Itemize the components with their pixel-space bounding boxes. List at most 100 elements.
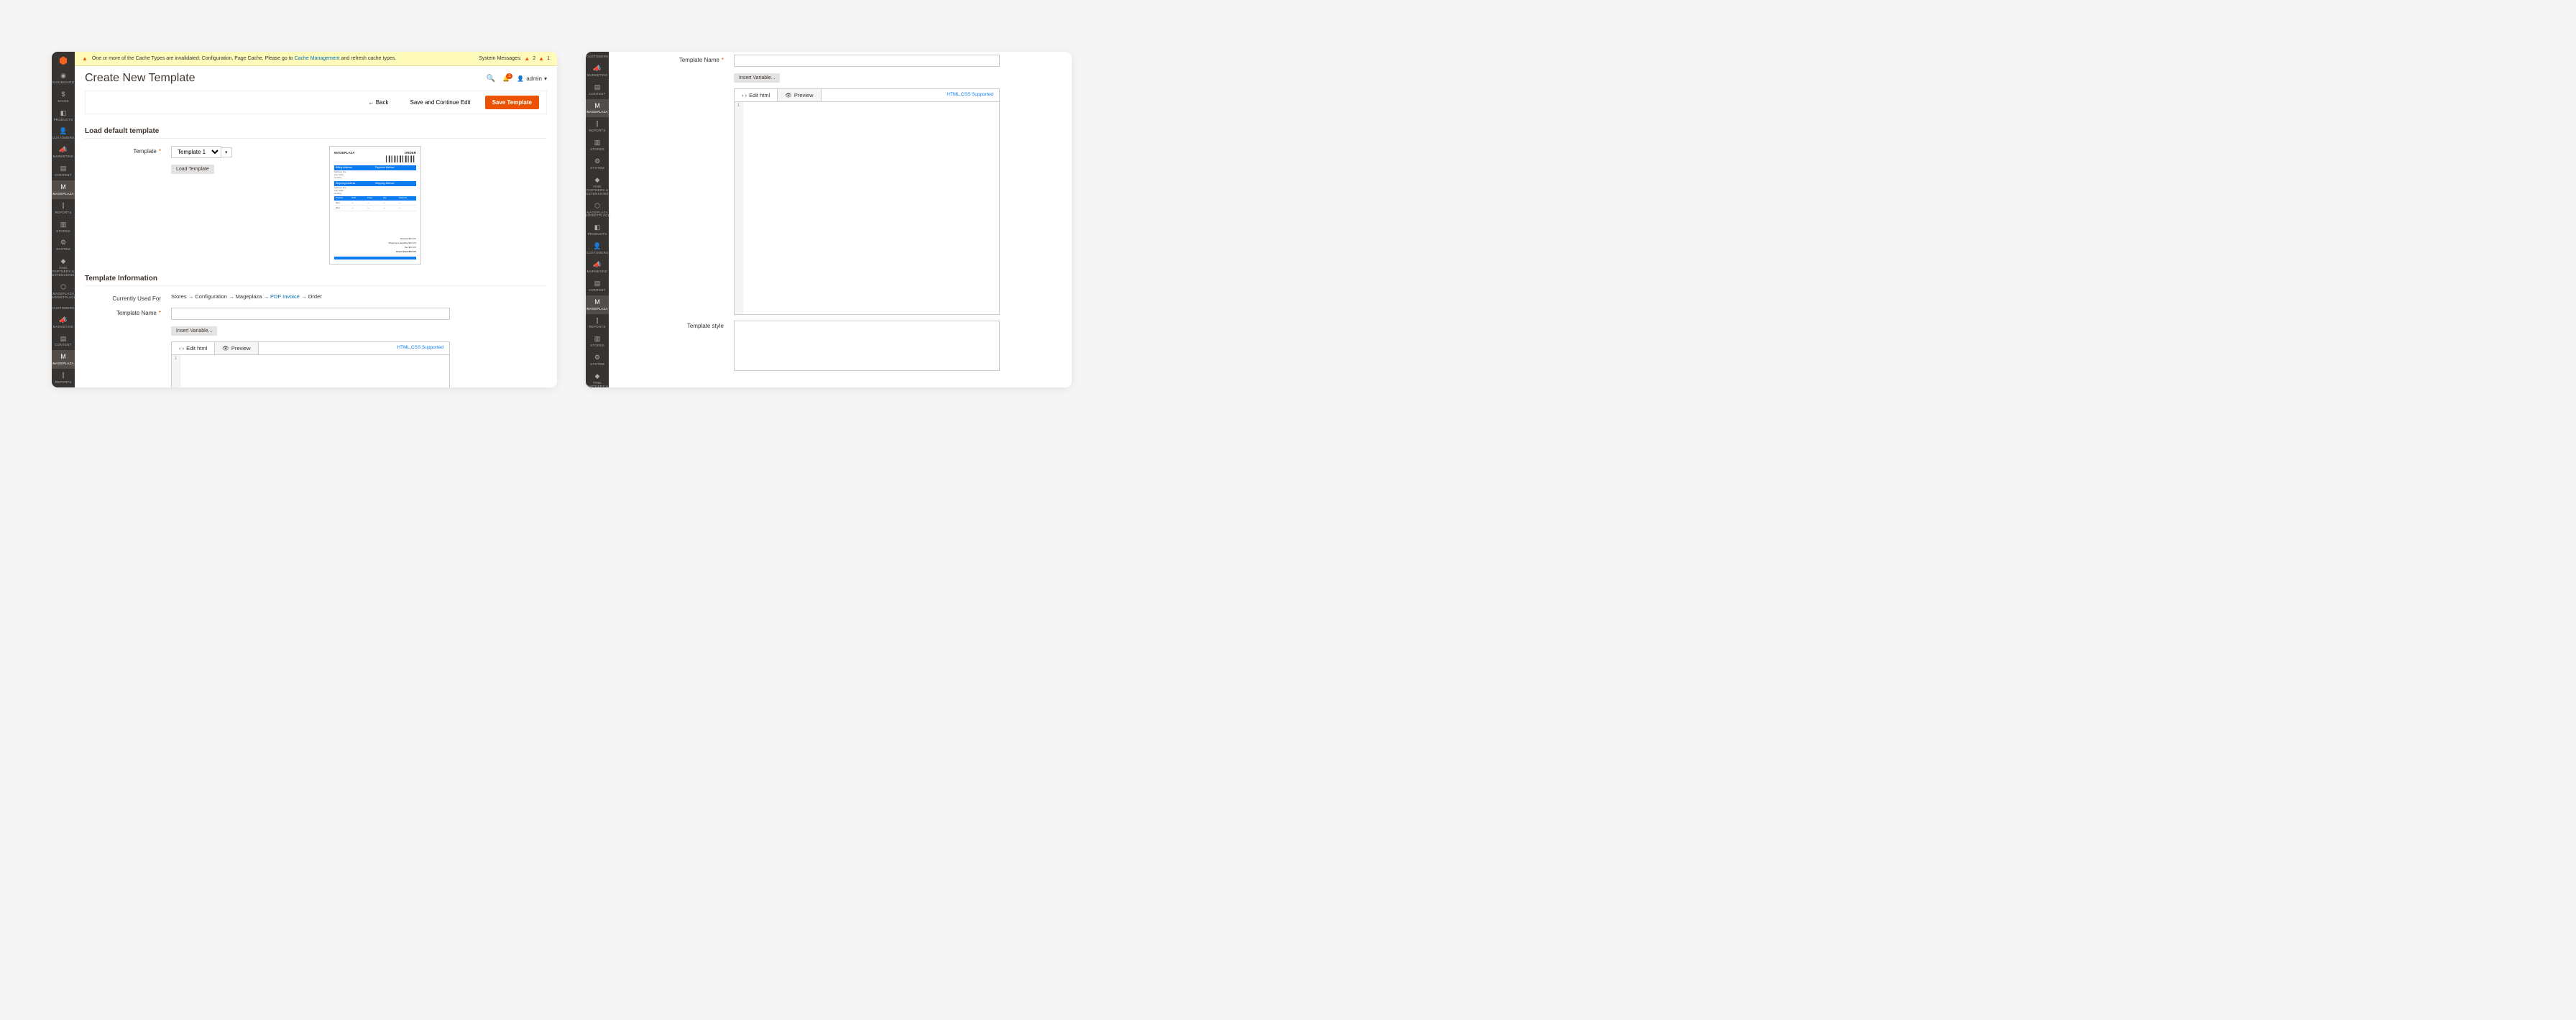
reports-icon: ⫿ [63, 203, 65, 210]
used-for-label: Currently Used For [85, 293, 171, 302]
eye-icon: 👁 [785, 92, 792, 98]
marketplace-icon: ⬡ [60, 284, 66, 291]
template-select-label: Template [85, 146, 171, 155]
template-select[interactable]: Template 1 [171, 146, 221, 158]
back-button[interactable]: Back [361, 96, 395, 109]
error-icon: ▲ [538, 55, 544, 62]
page-title: Create New Template [85, 72, 196, 85]
sidebar-item-products[interactable]: ◧PRODUCTS [52, 106, 75, 125]
code-icon: ‹ › [742, 92, 747, 98]
select-caret-icon[interactable]: ▾ [221, 147, 232, 157]
template-name-label: Template Name [619, 55, 734, 63]
admin-sidebar: ⬢ ◉DASHBOARD $SALES ◧PRODUCTS 👤CUSTOMERS… [52, 52, 75, 387]
sidebar-item[interactable]: ⫿REPORTS [586, 314, 609, 333]
edit-html-tab[interactable]: ‹ ›Edit html [735, 89, 778, 101]
partners-icon: ◆ [61, 258, 66, 265]
sidebar-item-content-b[interactable]: ▤CONTENT [52, 332, 75, 351]
sidebar-item[interactable]: ◆FIND PARTNERS & EXTENSIONS [586, 173, 609, 199]
warning-icon: ▲ [524, 55, 530, 62]
sidebar-item-mageplaza-b[interactable]: MMAGEPLAZA [52, 350, 75, 369]
sidebar-item[interactable]: ◧PRODUCTS [586, 221, 609, 239]
preview-tab[interactable]: 👁Preview [778, 89, 821, 101]
sidebar-item-reports-b[interactable]: ⫿REPORTS [52, 369, 75, 387]
stores-icon: ▥ [60, 221, 67, 229]
sidebar-item-reports[interactable]: ⫿REPORTS [52, 199, 75, 218]
save-template-button[interactable]: Save Template [485, 96, 539, 109]
template-style-textarea[interactable] [734, 321, 1000, 371]
pdf-invoice-link[interactable]: PDF Invoice [270, 293, 300, 300]
sidebar-item[interactable]: ⚙SYSTEM [586, 155, 609, 173]
sidebar-item-marketing-b[interactable]: 📣MARKETING [52, 313, 75, 332]
template-name-input[interactable] [171, 308, 450, 320]
sidebar-item-marketing[interactable]: 📣MARKETING [52, 143, 75, 162]
template-name-input[interactable] [734, 55, 1000, 67]
sidebar-item[interactable]: MMAGEPLAZA [586, 295, 609, 314]
sidebar-item-sales[interactable]: $SALES [52, 88, 75, 106]
warning-icon: ▲ [82, 55, 88, 62]
mageplaza-icon: M [60, 184, 66, 191]
left-panel: ⬢ ◉DASHBOARD $SALES ◧PRODUCTS 👤CUSTOMERS… [52, 52, 557, 387]
sidebar-item-partners[interactable]: ◆FIND PARTNERS & EXTENSIONS [52, 254, 75, 280]
save-continue-button[interactable]: Save and Continue Edit [403, 96, 478, 109]
search-icon[interactable]: 🔍 [487, 75, 495, 83]
sidebar-item[interactable]: ◆FIND PARTNERS & EXTENSIONS [586, 369, 609, 387]
user-icon: 👤 [517, 75, 524, 82]
eye-icon: 👁 [222, 345, 229, 352]
main-content: ▲ One or more of the Cache Types are inv… [75, 52, 557, 387]
sidebar-item[interactable]: 📣MARKETING [586, 258, 609, 277]
sidebar-item[interactable]: ▥STORES [586, 332, 609, 351]
insert-variable-button[interactable]: Insert Variable... [171, 326, 217, 336]
sidebar-item-dashboard[interactable]: ◉DASHBOARD [52, 69, 75, 88]
action-bar: Back Save and Continue Edit Save Templat… [85, 91, 547, 114]
sidebar-item-system[interactable]: ⚙SYSTEM [52, 236, 75, 254]
sidebar-item-stores[interactable]: ▥STORES [52, 218, 75, 236]
sidebar-item[interactable]: ▥STORES [586, 136, 609, 155]
notice-text: One or more of the Cache Types are inval… [92, 56, 396, 61]
sidebar-item[interactable]: CUSTOMERS [586, 52, 609, 62]
sidebar-item[interactable]: ▤CONTENT [586, 81, 609, 99]
sidebar-item-content[interactable]: ▤CONTENT [52, 162, 75, 180]
template-style-label: Template style [619, 321, 734, 329]
sidebar-item-customers-b[interactable]: CUSTOMERS [52, 303, 75, 313]
sidebar-item[interactable]: ⚙SYSTEM [586, 351, 609, 369]
edit-html-tab[interactable]: ‹ ›Edit html [172, 342, 215, 354]
customers-icon: 👤 [59, 128, 67, 135]
sidebar-item[interactable]: ▤CONTENT [586, 277, 609, 295]
chevron-down-icon: ▾ [544, 75, 547, 82]
html-editor[interactable]: 1 [171, 355, 450, 387]
template-info-heading: Template Information [85, 275, 547, 286]
content-icon: ▤ [60, 165, 67, 173]
sidebar-item-mageplaza[interactable]: MMAGEPLAZA [52, 180, 75, 199]
template-preview: MAGEPLAZAORDER ▎▍▎▍▎▍▎▍▎▍▎ Billing Addre… [329, 146, 421, 265]
template-name-label: Template Name [85, 308, 171, 316]
sales-icon: $ [61, 91, 65, 98]
sidebar-item[interactable]: MMAGEPLAZA [586, 99, 609, 118]
load-template-button[interactable]: Load Template [171, 165, 214, 174]
insert-variable-button[interactable]: Insert Variable... [734, 73, 780, 83]
sidebar-item[interactable]: ⫿REPORTS [586, 117, 609, 136]
dashboard-icon: ◉ [60, 73, 66, 80]
products-icon: ◧ [60, 110, 67, 117]
sidebar-item-marketplace[interactable]: ⬡MAGEPLAZA MARKETPLACE [52, 280, 75, 303]
marketing-icon: 📣 [59, 147, 67, 154]
magento-logo[interactable]: ⬢ [52, 52, 75, 69]
sidebar-item[interactable]: 📣MARKETING [586, 62, 609, 81]
main-content-right: Template Name Insert Variable... ‹ ›Edit… [609, 52, 1072, 387]
admin-user-menu[interactable]: 👤 admin ▾ [517, 75, 547, 82]
system-icon: ⚙ [60, 239, 66, 247]
sidebar-item[interactable]: ⬡MAGEPLAZA MARKETPLACE [586, 199, 609, 221]
html-editor[interactable]: 1 [734, 102, 1000, 315]
admin-sidebar-right: CUSTOMERS 📣MARKETING ▤CONTENT MMAGEPLAZA… [586, 52, 609, 387]
code-icon: ‹ › [179, 345, 184, 352]
load-template-heading: Load default template [85, 127, 547, 139]
system-notice: ▲ One or more of the Cache Types are inv… [75, 52, 557, 66]
notifications-icon[interactable]: 🔔1 [502, 75, 510, 82]
right-panel: CUSTOMERS 📣MARKETING ▤CONTENT MMAGEPLAZA… [586, 52, 1072, 387]
sidebar-item[interactable]: 👤CUSTOMERS [586, 239, 609, 258]
cache-link[interactable]: Cache Management [295, 56, 340, 61]
support-note: HTML,CSS Supported [941, 89, 999, 101]
sidebar-item-customers[interactable]: 👤CUSTOMERS [52, 124, 75, 143]
support-note: HTML,CSS Supported [391, 342, 449, 354]
preview-tab[interactable]: 👁Preview [215, 342, 258, 354]
breadcrumb: Stores → Configuration → Mageplaza → PDF… [171, 293, 547, 300]
